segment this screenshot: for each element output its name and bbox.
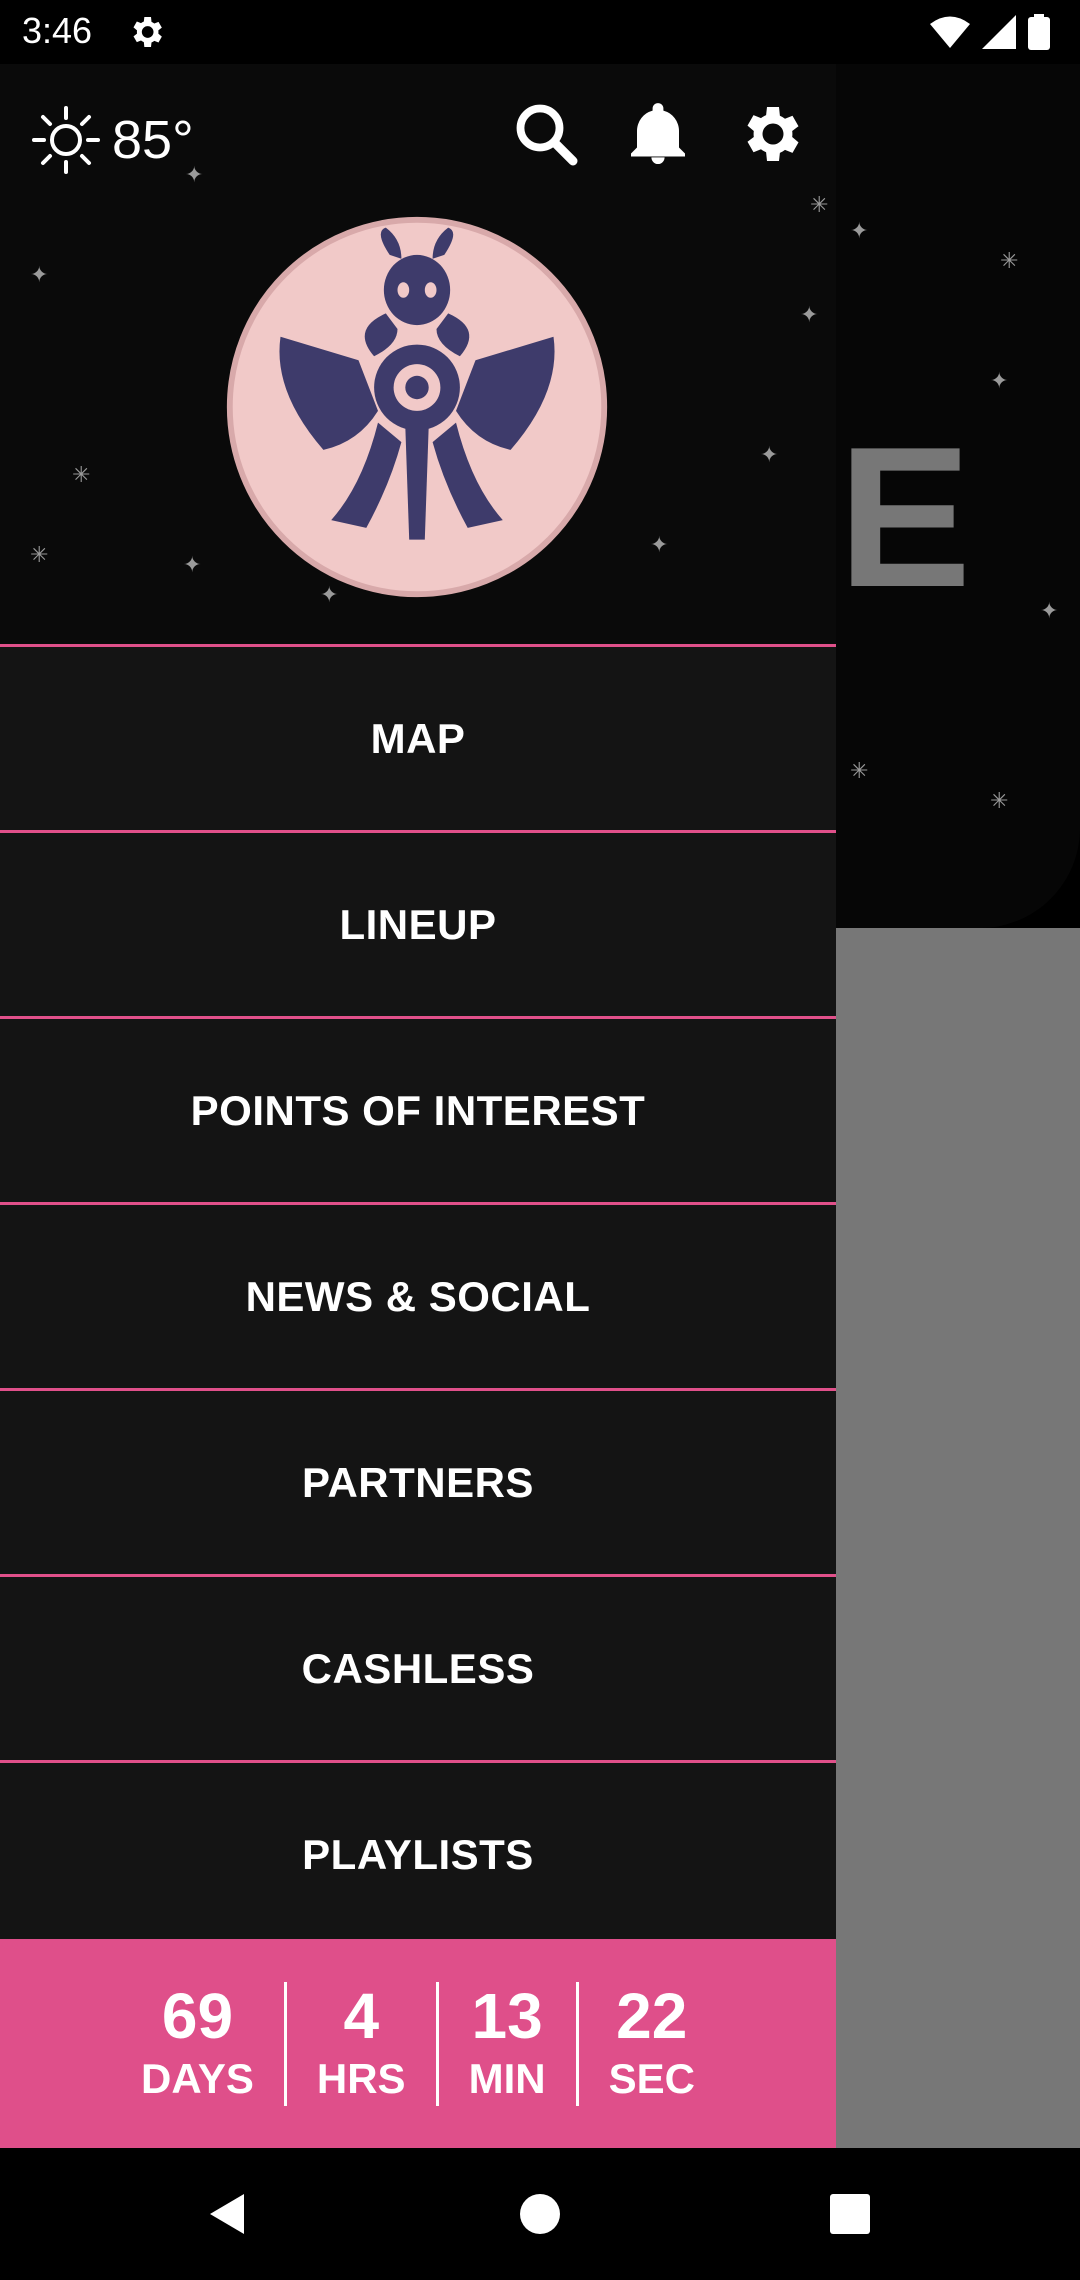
nav-recents-button[interactable]: [790, 2148, 910, 2280]
gear-icon[interactable]: [734, 98, 806, 170]
bell-icon[interactable]: [622, 98, 694, 170]
countdown-hours: 4 HRS: [287, 1984, 436, 2102]
drawer-header: ✦ ✦ ✦ ✳ ✦ ✦ ✦ ✦ ✳ ✳ 85°: [0, 64, 836, 644]
back-icon: [210, 2194, 244, 2234]
countdown-hours-label: HRS: [316, 2055, 406, 2103]
weather-widget[interactable]: 85°: [30, 104, 194, 176]
home-icon: [520, 2194, 560, 2234]
countdown-days-label: DAYS: [141, 2055, 254, 2103]
status-bar: 3:46: [0, 0, 1080, 64]
menu-item-label: PARTNERS: [302, 1458, 534, 1506]
menu-item-cashless[interactable]: CASHLESS: [0, 1574, 836, 1760]
battery-icon: [1028, 14, 1050, 50]
countdown-hours-value: 4: [343, 1980, 380, 2053]
countdown-minutes: 13 MIN: [439, 1984, 576, 2102]
menu-item-label: CASHLESS: [301, 1644, 535, 1692]
countdown-seconds-label: SEC: [608, 2055, 695, 2103]
navigation-drawer: ✦ ✦ ✦ ✳ ✦ ✦ ✦ ✦ ✳ ✳ 85° MAP LINEUP POINT…: [0, 64, 836, 2148]
menu-item-playlists[interactable]: PLAYLISTS: [0, 1760, 836, 1946]
sun-icon: [32, 106, 100, 174]
drawer-menu: MAP LINEUP POINTS OF INTEREST NEWS & SOC…: [0, 644, 836, 1946]
system-navigation-bar: [0, 2148, 1080, 2280]
countdown-minutes-label: MIN: [468, 2055, 546, 2103]
nav-back-button[interactable]: [166, 2148, 286, 2280]
menu-item-label: MAP: [370, 714, 466, 762]
countdown-days: 69 DAYS: [111, 1984, 284, 2102]
menu-item-lineup[interactable]: LINEUP: [0, 830, 836, 1016]
menu-item-points-of-interest[interactable]: POINTS OF INTEREST: [0, 1016, 836, 1202]
festival-logo: [226, 216, 608, 598]
settings-notification-icon: [133, 17, 162, 47]
countdown-days-value: 69: [161, 1980, 234, 2053]
nav-home-button[interactable]: [480, 2148, 600, 2280]
event-countdown: 69 DAYS 4 HRS 13 MIN 22 SEC: [0, 1939, 836, 2148]
menu-item-label: NEWS & SOCIAL: [245, 1272, 591, 1320]
menu-item-partners[interactable]: PARTNERS: [0, 1388, 836, 1574]
menu-item-label: LINEUP: [339, 900, 497, 948]
countdown-seconds: 22 SEC: [579, 1984, 725, 2102]
wifi-icon: [930, 16, 970, 48]
cellular-signal-icon: [982, 15, 1016, 49]
status-indicators: [930, 14, 1050, 50]
menu-item-label: POINTS OF INTEREST: [190, 1086, 646, 1134]
menu-item-label: PLAYLISTS: [302, 1830, 534, 1878]
status-time: 3:46: [22, 10, 93, 51]
recents-icon: [830, 2194, 870, 2234]
menu-item-news-social[interactable]: NEWS & SOCIAL: [0, 1202, 836, 1388]
search-icon[interactable]: [510, 98, 582, 170]
weather-temperature: 85°: [112, 110, 194, 170]
header-actions: [510, 98, 806, 170]
countdown-seconds-value: 22: [616, 1980, 688, 2053]
background-title-letter: E: [838, 406, 972, 629]
countdown-minutes-value: 13: [471, 1980, 543, 2053]
menu-item-map[interactable]: MAP: [0, 644, 836, 830]
